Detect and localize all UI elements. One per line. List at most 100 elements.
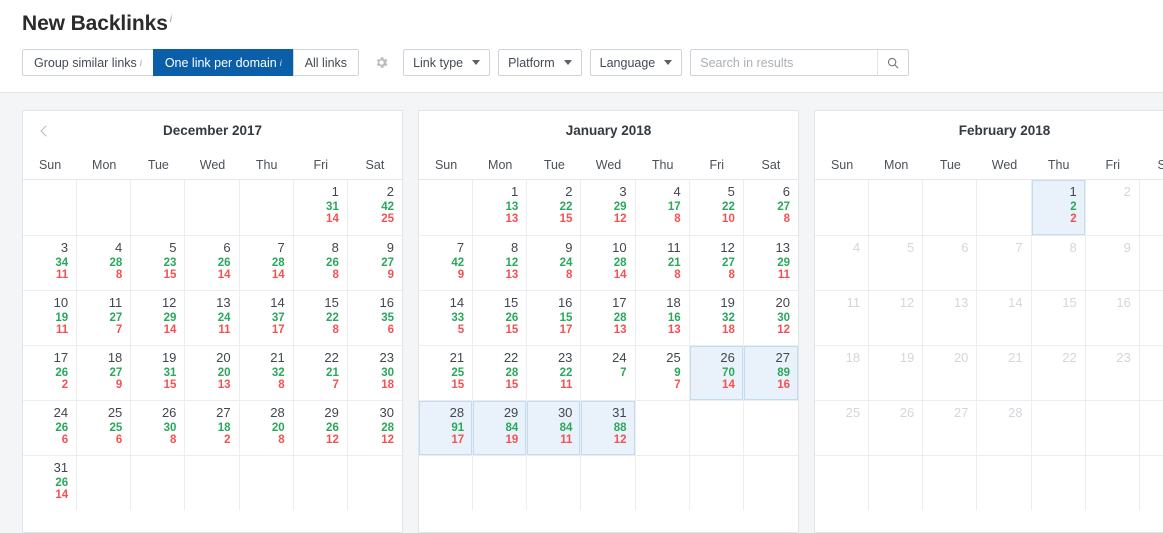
calendar-day-cell[interactable]: 9 27 9 (348, 236, 402, 290)
calendar-day-cell[interactable]: 14 37 17 (240, 291, 294, 345)
calendar-day-cell[interactable]: 122 (1031, 180, 1086, 235)
tab-group-similar-links[interactable]: Group similar links i (22, 49, 153, 76)
calendar-day-cell[interactable]: 19 32 18 (690, 291, 744, 345)
calendar-day-cell[interactable]: 11 21 8 (636, 236, 690, 290)
calendar-day-cell[interactable]: 3 (1140, 180, 1163, 235)
calendar-day-cell[interactable]: 15 (1032, 291, 1086, 345)
calendar-day-cell[interactable]: 27 89 16 (743, 346, 798, 400)
calendar-day-cell[interactable]: 1 13 13 (473, 180, 528, 235)
tab-one-link-per-domain[interactable]: One link per domain i (152, 49, 293, 76)
calendar-day-cell[interactable]: 9 (1086, 236, 1140, 290)
calendar-day-cell[interactable]: 29 26 12 (294, 401, 348, 455)
calendar-day-cell[interactable]: 12 (869, 291, 924, 345)
calendar-day-cell[interactable]: 28 20 8 (240, 401, 294, 455)
calendar-day-cell[interactable]: 6 27 8 (744, 180, 798, 235)
calendar-day-cell[interactable]: 2 42 25 (348, 180, 402, 235)
calendar-day-cell[interactable]: 10 (1140, 236, 1163, 290)
calendar-day-cell[interactable]: 7 28 14 (240, 236, 294, 290)
calendar-day-cell[interactable]: 18 (815, 346, 870, 400)
calendar-day-cell[interactable]: 23 30 18 (348, 346, 402, 400)
calendar-day-cell[interactable]: 7 42 9 (419, 236, 474, 290)
calendar-day-cell[interactable]: 4 28 8 (77, 236, 132, 290)
calendar-day-cell[interactable]: 24 (1140, 346, 1163, 400)
calendar-day-cell[interactable]: 22 21 7 (294, 346, 348, 400)
tab-group-similar-links-info-icon[interactable]: i (140, 58, 142, 68)
calendar-day-cell[interactable]: 23 (1086, 346, 1140, 400)
calendar-day-cell[interactable]: 30 84 11 (527, 401, 582, 455)
calendar-day-cell[interactable]: 28 (977, 401, 1032, 455)
calendar-day-cell[interactable]: 16 (1086, 291, 1140, 345)
calendar-day-cell[interactable]: 19 (869, 346, 924, 400)
language-dropdown[interactable]: Language (589, 49, 683, 76)
calendar-day-cell[interactable]: 18 16 13 (636, 291, 690, 345)
calendar-day-cell[interactable]: 5 23 15 (131, 236, 186, 290)
search-button[interactable] (877, 50, 908, 75)
calendar-day-cell[interactable]: 27 18 2 (185, 401, 240, 455)
calendar-day-cell[interactable]: 17 (1140, 291, 1163, 345)
calendar-day-cell[interactable]: 21 32 8 (240, 346, 294, 400)
calendar-day-cell[interactable]: 2 (1086, 180, 1140, 235)
calendar-day-cell[interactable]: 22 28 15 (473, 346, 528, 400)
calendar-day-cell[interactable]: 29 84 19 (473, 401, 528, 455)
calendar-day-cell[interactable]: 8 26 8 (294, 236, 348, 290)
calendar-day-cell[interactable]: 13 24 11 (185, 291, 240, 345)
calendar-day-cell[interactable]: 16 15 17 (527, 291, 582, 345)
calendar-day-cell[interactable]: 18 27 9 (77, 346, 132, 400)
calendar-day-cell[interactable]: 14 (977, 291, 1032, 345)
platform-dropdown[interactable]: Platform (498, 49, 582, 76)
calendar-day-cell[interactable]: 13 29 11 (744, 236, 798, 290)
calendar-day-cell[interactable]: 14 33 5 (419, 291, 474, 345)
calendar-day-cell[interactable]: 12 29 14 (131, 291, 186, 345)
calendar-day-cell[interactable]: 23 22 11 (527, 346, 582, 400)
calendar-day-cell[interactable]: 3 29 12 (581, 180, 636, 235)
calendar-day-cell[interactable]: 8 12 13 (473, 236, 528, 290)
calendar-day-cell[interactable]: 6 (923, 236, 978, 290)
settings-button[interactable] (367, 49, 395, 76)
calendar-day-cell[interactable]: 9 24 8 (527, 236, 582, 290)
calendar-day-cell[interactable]: 10 28 14 (581, 236, 636, 290)
calendar-day-cell[interactable]: 28 91 17 (419, 401, 474, 455)
calendar-day-cell[interactable]: 17 28 13 (581, 291, 636, 345)
calendar-day-cell[interactable]: 22 (1032, 346, 1086, 400)
calendar-day-cell[interactable]: 19 31 15 (131, 346, 186, 400)
calendar-day-cell[interactable]: 2 22 15 (527, 180, 582, 235)
calendar-day-cell[interactable]: 16 35 6 (348, 291, 402, 345)
calendar-day-cell[interactable]: 21 (977, 346, 1032, 400)
calendar-day-cell[interactable]: 20 30 12 (744, 291, 798, 345)
calendar-day-cell[interactable]: 25 25 6 (77, 401, 132, 455)
calendar-day-cell[interactable]: 25 9 7 (636, 346, 690, 400)
calendar-day-cell[interactable]: 15 26 15 (473, 291, 528, 345)
calendar-day-cell[interactable]: 27 (923, 401, 978, 455)
tab-one-link-per-domain-info-icon[interactable]: i (280, 58, 282, 68)
search-input[interactable] (691, 50, 878, 75)
calendar-day-cell[interactable]: 26 (869, 401, 924, 455)
calendar-day-cell[interactable]: 31 26 14 (23, 456, 78, 510)
calendar-day-cell[interactable]: 4 (815, 236, 870, 290)
calendar-day-cell[interactable]: 12 27 8 (690, 236, 744, 290)
calendar-day-cell[interactable]: 20 (923, 346, 978, 400)
prev-month-button[interactable] (35, 122, 53, 140)
page-title-info-icon[interactable]: i (170, 14, 172, 25)
calendar-day-cell[interactable]: 15 22 8 (294, 291, 348, 345)
calendar-day-cell[interactable]: 25 (815, 401, 870, 455)
calendar-day-cell[interactable]: 31 88 12 (581, 401, 636, 455)
calendar-day-cell[interactable]: 11 (815, 291, 870, 345)
calendar-day-cell[interactable]: 24 7 (581, 346, 636, 400)
tab-all-links[interactable]: All links (292, 49, 360, 76)
calendar-day-cell[interactable]: 26 30 8 (131, 401, 186, 455)
calendar-day-cell[interactable]: 5 22 10 (690, 180, 744, 235)
calendar-day-cell[interactable]: 24 26 6 (23, 401, 78, 455)
calendar-day-cell[interactable]: 21 25 15 (419, 346, 474, 400)
calendar-day-cell[interactable]: 5 (869, 236, 924, 290)
calendar-day-cell[interactable]: 11 27 7 (77, 291, 132, 345)
calendar-day-cell[interactable]: 7 (977, 236, 1032, 290)
calendar-day-cell[interactable]: 4 17 8 (636, 180, 690, 235)
calendar-day-cell[interactable]: 1 31 14 (294, 180, 348, 235)
calendar-day-cell[interactable]: 30 28 12 (348, 401, 402, 455)
calendar-day-cell[interactable]: 6 26 14 (185, 236, 240, 290)
calendar-day-cell[interactable]: 20 20 13 (185, 346, 240, 400)
calendar-day-cell[interactable]: 3 34 11 (23, 236, 78, 290)
calendar-day-cell[interactable]: 10 19 11 (23, 291, 78, 345)
link-type-dropdown[interactable]: Link type (403, 49, 491, 76)
calendar-day-cell[interactable]: 8 (1032, 236, 1086, 290)
